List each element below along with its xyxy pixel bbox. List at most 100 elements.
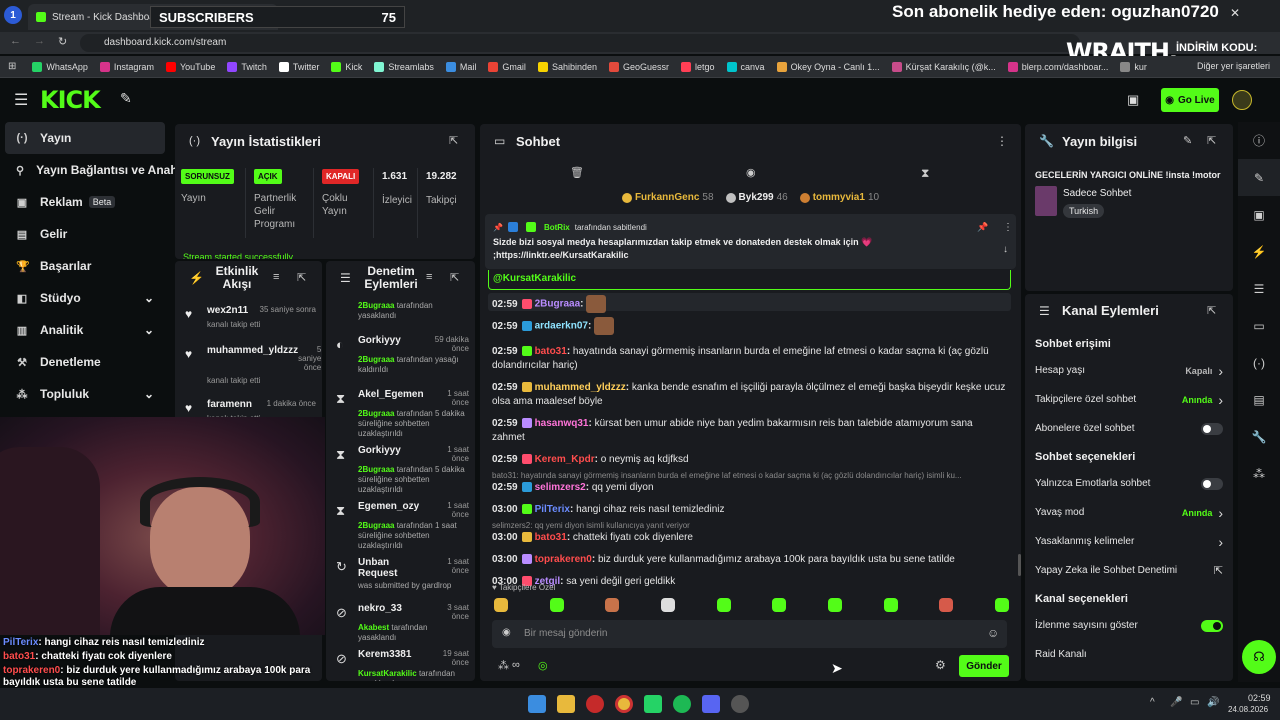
setting-control[interactable]: ⇱ [1214, 564, 1223, 577]
setting-row[interactable]: Yapay Zeka ile Sohbet Denetimi ⇱ [1035, 556, 1223, 585]
info-icon[interactable]: ⓘ [1238, 122, 1280, 159]
chat-message[interactable]: 02:59 2Bugraaa: [492, 295, 1007, 315]
emote-icon[interactable] [716, 598, 731, 612]
emote-icon[interactable] [660, 598, 675, 612]
windows-start-icon[interactable] [528, 695, 546, 713]
chat-scrollbar[interactable] [1018, 554, 1021, 576]
forward-icon[interactable]: → [34, 35, 45, 47]
message-user[interactable]: bato31 [535, 346, 567, 357]
moderation-target[interactable]: Egemen_ozy [358, 501, 419, 519]
moderator-name[interactable]: 2Bugraaa [358, 301, 394, 310]
trash-icon[interactable]: 🗑 [570, 166, 584, 179]
edit-icon[interactable]: ✎ [1238, 159, 1280, 196]
emote-icon[interactable] [827, 598, 842, 612]
moderation-target[interactable]: Akel_Egemen [358, 389, 424, 407]
bookmark-item[interactable]: Mail [445, 61, 476, 72]
bookmark-item[interactable]: blerp.com/dashboar... [1007, 61, 1108, 72]
back-icon[interactable]: ← [10, 35, 21, 47]
file-explorer-icon[interactable] [557, 695, 575, 713]
setting-row[interactable]: Raid Kanalı [1035, 640, 1223, 669]
bookmark-item[interactable]: Gmail [488, 61, 526, 72]
sidebar-item-8[interactable]: ⁂ Topluluk ⌄ [0, 378, 170, 410]
settings-icon[interactable]: ⚙ [935, 658, 946, 672]
emoji-icon[interactable]: ☺ [987, 626, 999, 640]
bookmark-item[interactable]: Twitch [227, 61, 267, 72]
bookmark-item[interactable]: GeoGuessr [608, 61, 669, 72]
emote-icon[interactable] [939, 598, 954, 612]
reply-context[interactable]: selimzers2: qq yemi diyon isimli kullanı… [492, 521, 1007, 530]
url-field[interactable]: dashboard.kick.com/stream [80, 34, 1080, 52]
collapse-icon[interactable]: ↓ [1003, 244, 1008, 255]
whatsapp-icon[interactable] [644, 695, 662, 713]
opera-icon[interactable] [586, 695, 604, 713]
kick-emote-icon[interactable]: ◎ [538, 659, 548, 672]
chat-message[interactable]: 02:59 bato31: hayatında sanayi görmemiş i… [492, 345, 1007, 373]
moderator-name[interactable]: 2Bugraaa [358, 355, 394, 364]
sidebar-item-4[interactable]: 🏆 Başarılar [0, 250, 170, 282]
sidebar-item-7[interactable]: ⚒ Denetleme [0, 346, 170, 378]
setting-row[interactable]: İzlenme sayısını göster [1035, 611, 1223, 640]
emote-icon[interactable] [772, 598, 787, 612]
bookmark-item[interactable]: Instagram [99, 61, 154, 72]
setting-control[interactable]: Anında › [1182, 505, 1223, 521]
sidebar-item-1[interactable]: ⚲ Yayın Bağlantısı ve Anahtar [0, 154, 193, 186]
send-button[interactable]: Gönder [959, 655, 1009, 677]
chat-message[interactable]: 03:00 bato31: chatteki fiyatı cok diyenle… [492, 531, 1007, 545]
infinity-icon[interactable]: ∞ [512, 659, 520, 671]
moderation-target[interactable]: Gorkiyyy [358, 445, 401, 463]
moderator-name[interactable]: 2Bugraaa [358, 465, 394, 474]
bookmark-item[interactable]: YouTube [165, 61, 215, 72]
layers-icon[interactable]: ▤ [1238, 381, 1280, 418]
setting-row[interactable]: Takipçilere özel sohbet Anında › [1035, 385, 1223, 414]
message-user[interactable]: bato31 [535, 532, 567, 543]
network-icon[interactable]: ▭ [1190, 697, 1199, 708]
emote-icon[interactable] [549, 598, 564, 612]
bookmark-item[interactable]: letgo [681, 61, 715, 72]
bookmark-item[interactable]: Streamlabs [374, 61, 434, 72]
emote-icon[interactable] [994, 598, 1009, 612]
support-icon[interactable]: ☊ [1242, 640, 1276, 674]
popout-icon[interactable]: ⇱ [1207, 134, 1216, 147]
setting-control[interactable] [1201, 477, 1223, 490]
users-icon[interactable]: ⁂ [498, 659, 509, 672]
emote-icon[interactable] [883, 598, 898, 612]
broadcast-icon[interactable]: (·) [1238, 344, 1280, 381]
moderator-name[interactable]: 2Bugraaa [358, 521, 394, 530]
obs-icon[interactable] [731, 695, 749, 713]
bookmark-item[interactable]: Kürşat Karakılıç (@k... [891, 61, 996, 72]
moderator-name[interactable]: 2Bugraaa [358, 409, 394, 418]
go-live-button[interactable]: ◉ Go Live [1161, 88, 1219, 112]
activity-user[interactable]: muhammed_yldzzz [207, 345, 298, 372]
avatar[interactable] [1232, 90, 1252, 110]
chat-message[interactable]: 02:59 muhammed_yldzzz: kanka bende esnafı… [492, 381, 1007, 409]
popout-icon[interactable]: ⇱ [1207, 304, 1216, 317]
spotify-icon[interactable] [673, 695, 691, 713]
bookmark-item[interactable]: Sahibinden [537, 61, 597, 72]
setting-control[interactable]: Kapalı › [1185, 363, 1223, 379]
chat-input[interactable]: ◉ Bir mesaj gönderin ☺ [492, 620, 1007, 648]
reply-context[interactable]: bato31: hayatında sanayi görmemiş insanl… [492, 471, 1007, 480]
chat-message[interactable]: 03:00 PilTerix: hangi cihaz reis nasıl te… [492, 503, 1007, 517]
chat-bubble-icon[interactable]: ◉ [746, 166, 756, 179]
camera-icon[interactable]: ▣ [1127, 92, 1139, 108]
message-user[interactable]: muhammed_yldzzz [535, 382, 626, 393]
wrench-icon[interactable]: 🔧 [1238, 418, 1280, 455]
popout-icon[interactable]: ⇱ [297, 271, 306, 284]
setting-control[interactable]: › [1218, 534, 1223, 550]
pin-icon[interactable]: ✎ [120, 90, 132, 107]
popout-icon[interactable]: ⇱ [449, 134, 458, 147]
toggle-switch[interactable] [1201, 477, 1223, 490]
leaderboard-entry[interactable]: tommyvia1 10 [799, 192, 879, 203]
setting-row[interactable]: Yalnızca Emotlarla sohbet [1035, 469, 1223, 498]
setting-row[interactable]: Abonelere özel sohbet [1035, 414, 1223, 443]
sidebar-item-2[interactable]: ▣ Reklam Beta [0, 186, 170, 218]
apps-icon[interactable]: ⊞ [8, 61, 16, 72]
sidebar-item-6[interactable]: ▥ Analitik ⌄ [0, 314, 170, 346]
emote-icon[interactable] [494, 598, 508, 612]
volume-icon[interactable]: 🔊 [1207, 697, 1219, 708]
popout-icon[interactable]: ⇱ [450, 271, 459, 284]
more-icon[interactable]: ⋮ [996, 134, 1008, 148]
message-user[interactable]: toprakeren0 [535, 554, 592, 565]
chat-message[interactable]: 02:59 selimzers2: qq yemi diyon [492, 481, 1007, 495]
setting-control[interactable]: Anında › [1182, 392, 1223, 408]
